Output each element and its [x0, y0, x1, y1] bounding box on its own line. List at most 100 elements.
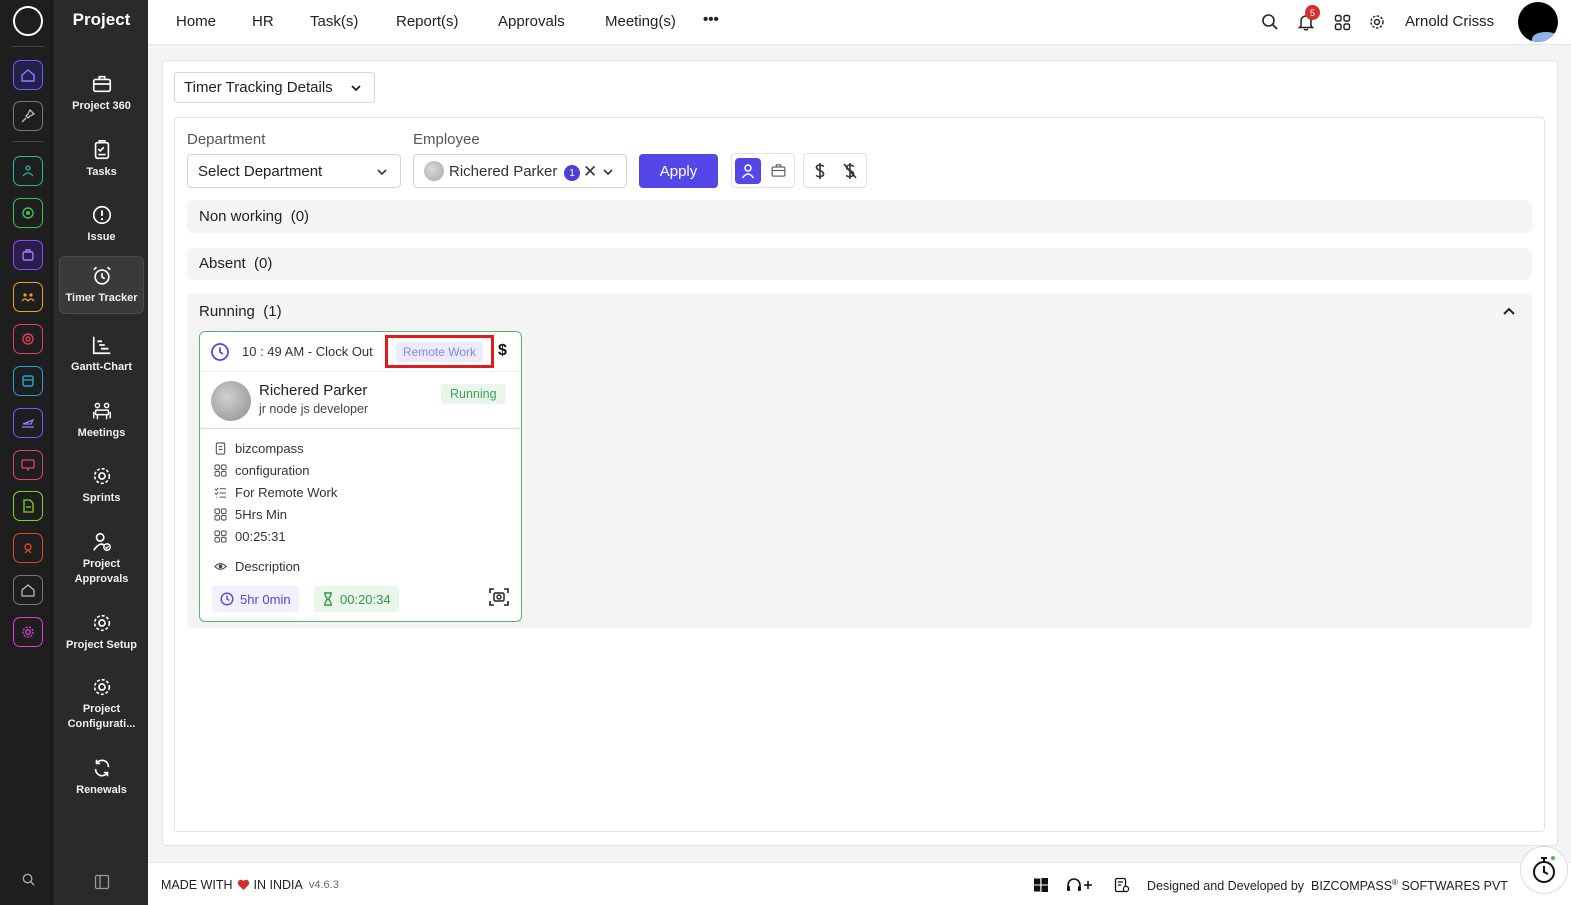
- flight-module-icon[interactable]: [13, 408, 43, 438]
- view-mode-toggle: [731, 153, 795, 188]
- refresh-icon: [94, 759, 109, 777]
- sidebar-item-label: Project Configurati...: [67, 703, 136, 730]
- clock-out-time: 10 : 49 AM - Clock Out: [242, 344, 373, 359]
- grid-icon: [214, 464, 227, 477]
- windows-icon[interactable]: [1033, 877, 1049, 893]
- sidebar-item-project-approvals[interactable]: Project Approvals: [59, 523, 144, 587]
- non-billable-dollar-icon[interactable]: [837, 158, 863, 184]
- document-icon: [215, 442, 226, 455]
- screenshot-camera-icon[interactable]: [488, 586, 510, 608]
- sidebar-item-meetings[interactable]: Meetings: [59, 392, 144, 450]
- app-rail: [0, 0, 55, 905]
- sidebar-item-label: Project 360: [72, 100, 131, 112]
- employee-name: Richered Parker: [259, 382, 368, 399]
- detail-estimate: 5Hrs Min: [214, 507, 287, 522]
- department-select[interactable]: Select Department: [187, 154, 401, 188]
- briefcase-icon: [92, 75, 111, 93]
- nav-reports[interactable]: Report(s): [396, 13, 459, 30]
- checklist-icon: [214, 487, 227, 498]
- sidebar-item-label: Project Setup: [66, 639, 137, 651]
- search-icon[interactable]: [13, 866, 43, 892]
- spent-time-chip: 00:20:34: [314, 586, 399, 612]
- timer-card-user: Richered Parker jr node js developer Run…: [200, 373, 520, 429]
- billable-dollar-icon: $: [498, 342, 507, 359]
- employee-count-badge: 1: [564, 165, 580, 181]
- billing-toggle: [803, 153, 867, 188]
- house-module-icon[interactable]: [13, 575, 43, 605]
- nav-tasks[interactable]: Task(s): [310, 13, 358, 30]
- settings-module-icon[interactable]: [13, 617, 43, 647]
- employee-select[interactable]: Richered Parker 1 ✕: [413, 154, 627, 188]
- timer-card-header: 10 : 49 AM - Clock Out Remote Work $: [200, 332, 520, 372]
- absent-section[interactable]: Absent (0): [187, 248, 1532, 280]
- gantt-chart-icon: [92, 336, 110, 355]
- section-title[interactable]: Running (1): [199, 303, 282, 320]
- presentation-module-icon[interactable]: [13, 450, 43, 480]
- timer-card[interactable]: 10 : 49 AM - Clock Out Remote Work $ Ric…: [199, 331, 522, 622]
- detail-task: For Remote Work: [214, 485, 337, 500]
- billable-dollar-icon[interactable]: [807, 158, 833, 184]
- developer-credit: Designed and Developed by BIZCOMPASS® SO…: [1147, 878, 1508, 894]
- support-add-icon[interactable]: [1066, 877, 1094, 893]
- team-module-icon[interactable]: [13, 282, 43, 312]
- sidebar-item-label: Tasks: [86, 166, 117, 178]
- detail-project: bizcompass: [214, 441, 304, 456]
- document-settings-icon[interactable]: [1114, 877, 1130, 893]
- more-menu-icon[interactable]: •••: [703, 11, 719, 28]
- top-navbar: Home HR Task(s) Report(s) Approvals Meet…: [148, 0, 1571, 45]
- clear-selection-icon[interactable]: ✕: [583, 162, 597, 182]
- project-module-icon[interactable]: [13, 240, 43, 270]
- sidebar-title: Project: [72, 10, 131, 29]
- nav-approvals[interactable]: Approvals: [498, 13, 565, 30]
- heart-icon: [237, 879, 249, 890]
- finance-module-icon[interactable]: [13, 198, 43, 228]
- sidebar-item-label: Timer Tracker: [65, 292, 138, 304]
- gear-icon: [93, 614, 110, 632]
- description-link[interactable]: Description: [214, 559, 300, 574]
- document-module-icon[interactable]: [13, 491, 43, 521]
- employee-label: Employee: [413, 131, 480, 148]
- meeting-icon: [92, 402, 111, 420]
- settings-gear-icon[interactable]: [1366, 11, 1388, 33]
- chevron-up-icon[interactable]: [1502, 305, 1516, 319]
- stopwatch-icon[interactable]: [1520, 846, 1568, 894]
- sidebar-item-gantt-chart[interactable]: Gantt-Chart: [59, 326, 144, 384]
- sidebar-item-project-configuration[interactable]: Project Configurati...: [59, 668, 144, 732]
- pin-module-icon[interactable]: [13, 101, 43, 131]
- home-module-icon[interactable]: [13, 60, 43, 90]
- sidebar-item-renewals[interactable]: Renewals: [59, 749, 144, 807]
- detail-module: configuration: [214, 463, 309, 478]
- sidebar-item-label: Gantt-Chart: [70, 361, 133, 373]
- user-avatar[interactable]: [1518, 2, 1558, 42]
- view-type-select[interactable]: Timer Tracking Details: [174, 72, 375, 103]
- nav-meetings[interactable]: Meeting(s): [605, 13, 676, 30]
- apply-button[interactable]: Apply: [639, 154, 718, 188]
- app-logo-icon[interactable]: [13, 6, 43, 36]
- sidebar-item-project-setup[interactable]: Project Setup: [59, 604, 144, 662]
- sidebar-collapse-icon[interactable]: [94, 874, 110, 890]
- nav-hr[interactable]: HR: [252, 13, 274, 30]
- eye-icon: [214, 563, 227, 570]
- sidebar-item-timer-tracker[interactable]: Timer Tracker: [59, 256, 144, 314]
- sidebar-item-tasks[interactable]: Tasks: [59, 131, 144, 189]
- people-module-icon[interactable]: [13, 156, 43, 186]
- employee-view-icon[interactable]: [735, 157, 761, 184]
- apps-grid-icon[interactable]: [1331, 11, 1353, 33]
- nav-home[interactable]: Home: [176, 13, 216, 30]
- sidebar-item-project-360[interactable]: Project 360: [59, 65, 144, 123]
- sidebar-item-sprints[interactable]: Sprints: [59, 457, 144, 515]
- project-view-icon[interactable]: [765, 158, 791, 184]
- clock-icon: [211, 343, 229, 361]
- notification-count-badge: 5: [1305, 5, 1320, 20]
- sidebar-item-label: Meetings: [77, 427, 126, 439]
- support-module-icon[interactable]: [13, 533, 43, 563]
- archive-module-icon[interactable]: [13, 366, 43, 396]
- sidebar-item-issue[interactable]: Issue: [59, 196, 144, 254]
- search-icon[interactable]: [1259, 11, 1281, 33]
- user-name[interactable]: Arnold Crisss: [1405, 13, 1494, 30]
- target-module-icon[interactable]: [13, 324, 43, 354]
- status-badge: Running: [441, 384, 506, 404]
- non-working-section[interactable]: Non working (0): [187, 200, 1532, 233]
- chevron-down-icon: [377, 169, 387, 176]
- app-version: v4.6.3: [308, 879, 339, 891]
